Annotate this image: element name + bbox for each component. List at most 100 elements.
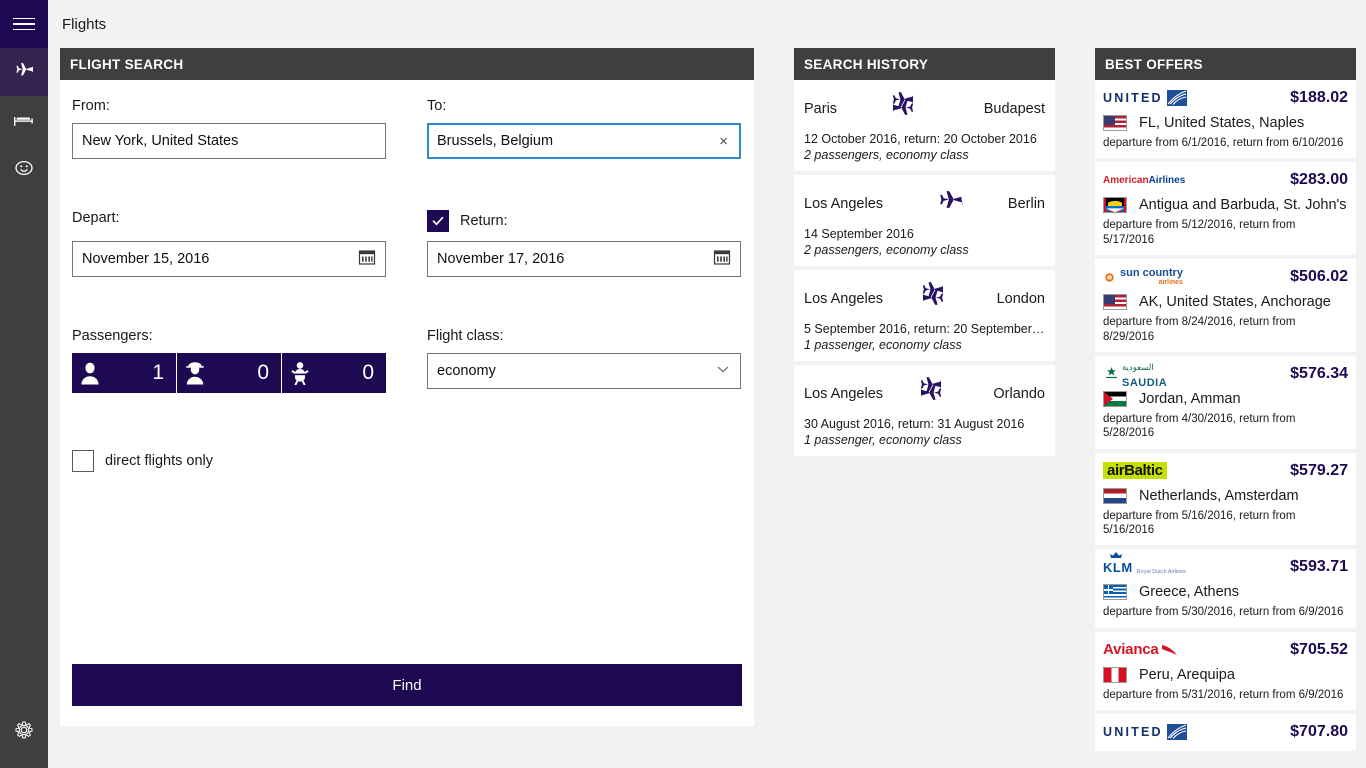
passenger-adult[interactable]: 1	[72, 353, 177, 393]
flag-antigua-barbuda	[1103, 197, 1127, 213]
airline-logo-united: UNITED	[1103, 88, 1187, 108]
plane-round-trip-icon	[905, 377, 971, 411]
plane-round-trip-icon	[907, 282, 973, 316]
flag-netherlands	[1103, 488, 1127, 504]
flight-class-select[interactable]: economy	[427, 353, 741, 389]
return-field-group: Return: November 17, 2016	[427, 210, 741, 277]
sidebar-item-feedback[interactable]	[0, 144, 48, 192]
passengers-stepper[interactable]: 1 0	[72, 353, 386, 393]
offer-header: السعوديةSAUDIA$576.34	[1103, 363, 1348, 385]
sidebar-item-settings[interactable]	[0, 706, 48, 754]
airline-logo-avianca: Avianca	[1103, 640, 1179, 660]
offer-dates: departure from 6/1/2016, return from 6/1…	[1103, 136, 1348, 150]
history-item[interactable]: Los AngelesBerlin14 September 20162 pass…	[794, 175, 1055, 266]
offer-price: $593.71	[1290, 558, 1348, 576]
offer-item[interactable]: AmericanAirlines $283.00 Antigua and Barb…	[1095, 162, 1356, 255]
flight-class-value: economy	[437, 363, 715, 379]
adult-count: 1	[100, 361, 170, 385]
gear-icon	[12, 718, 36, 742]
direct-flights-checkbox-row[interactable]: direct flights only	[72, 450, 742, 472]
to-value: Brussels, Belgium	[437, 133, 716, 149]
clear-icon[interactable]: ×	[716, 134, 731, 149]
history-item[interactable]: Los AngelesOrlando30 August 2016, return…	[794, 365, 1055, 456]
return-checkbox[interactable]	[427, 210, 449, 232]
hamburger-menu-icon	[13, 14, 35, 35]
passenger-senior[interactable]: 0	[177, 353, 282, 393]
offer-item[interactable]: UNITED $707.80	[1095, 714, 1356, 751]
from-field-group: From: New York, United States	[72, 98, 386, 159]
plane-round-trip-icon	[877, 92, 943, 126]
direct-flights-checkbox[interactable]	[72, 450, 94, 472]
airline-logo-united: UNITED	[1103, 722, 1187, 742]
search-history-header: SEARCH HISTORY	[794, 48, 1055, 80]
offer-item[interactable]: KLMRoyal Dutch Airlines$593.71Greece, At…	[1095, 549, 1356, 627]
flag-jordan	[1103, 391, 1127, 407]
offer-destination: Greece, Athens	[1139, 584, 1239, 600]
united-globe-icon	[1167, 724, 1187, 740]
offer-dates: departure from 5/12/2016, return from 5/…	[1103, 218, 1348, 247]
airline-logo-american: AmericanAirlines	[1103, 170, 1188, 190]
find-button[interactable]: Find	[72, 664, 742, 706]
offer-destination-row: Jordan, Amman	[1103, 391, 1348, 407]
airline-logo-suncountry: ssun countryairlines	[1103, 267, 1183, 287]
passengers-label: Passengers:	[72, 328, 386, 344]
offer-destination-row: FL, United States, Naples	[1103, 115, 1348, 131]
history-to: Budapest	[984, 101, 1045, 117]
depart-date-input[interactable]: November 15, 2016	[72, 241, 386, 277]
offer-item[interactable]: ssun countryairlines$506.02AK, United St…	[1095, 259, 1356, 352]
passenger-infant[interactable]: 0	[282, 353, 386, 393]
offer-destination: Antigua and Barbuda, St. John's	[1139, 197, 1347, 213]
return-checkbox-row[interactable]: Return:	[427, 210, 741, 232]
history-to: London	[997, 291, 1045, 307]
best-offers-header: BEST OFFERS	[1095, 48, 1356, 80]
passengers-class-row: Passengers: 1	[72, 328, 742, 393]
history-passengers: 1 passenger, economy class	[804, 338, 1045, 352]
senior-count: 0	[205, 361, 275, 385]
offer-header: UNITED$188.02	[1103, 87, 1348, 109]
offer-dates: departure from 5/30/2016, return from 6/…	[1103, 605, 1348, 619]
search-history-list: ParisBudapest12 October 2016, return: 20…	[794, 80, 1055, 456]
offer-destination-row: Greece, Athens	[1103, 584, 1348, 600]
sidebar-item-hotels[interactable]	[0, 96, 48, 144]
nav-rail	[0, 0, 48, 768]
flag-us	[1103, 115, 1127, 131]
history-item[interactable]: ParisBudapest12 October 2016, return: 20…	[794, 80, 1055, 171]
airline-logo-saudia: السعوديةSAUDIA	[1103, 364, 1167, 384]
offer-item[interactable]: السعوديةSAUDIA$576.34Jordan, Ammandepart…	[1095, 356, 1356, 449]
calendar-icon[interactable]	[713, 248, 731, 270]
best-offers-list: UNITED$188.02 FL, United States, Naples de…	[1095, 80, 1356, 751]
return-date-input[interactable]: November 17, 2016	[427, 241, 741, 277]
hamburger-menu-button[interactable]	[0, 0, 48, 48]
offer-item[interactable]: Avianca$705.52Peru, Arequipadeparture fr…	[1095, 632, 1356, 710]
history-passengers: 1 passenger, economy class	[804, 433, 1045, 447]
offer-header: airBaltic$579.27	[1103, 460, 1348, 482]
history-route: Los AngelesLondon	[804, 280, 1045, 318]
dates-row: Depart: November 15, 2016	[72, 210, 742, 277]
to-input[interactable]: Brussels, Belgium ×	[427, 123, 741, 159]
history-to: Orlando	[993, 386, 1045, 402]
offer-dates: departure from 5/16/2016, return from 5/…	[1103, 509, 1348, 538]
sidebar-item-flights[interactable]	[0, 48, 48, 96]
smiley-icon	[12, 156, 36, 180]
history-passengers: 2 passengers, economy class	[804, 148, 1045, 162]
offer-item[interactable]: airBaltic$579.27 Netherlands, Amsterdam de…	[1095, 453, 1356, 546]
offer-price: $579.27	[1290, 462, 1348, 480]
infant-icon	[290, 361, 310, 385]
from-input[interactable]: New York, United States	[72, 123, 386, 159]
offer-price: $283.00	[1290, 171, 1348, 189]
depart-label-row: Depart:	[72, 210, 386, 232]
return-label: Return:	[460, 213, 508, 229]
history-to: Berlin	[1008, 196, 1045, 212]
calendar-icon[interactable]	[358, 248, 376, 270]
offer-destination: Netherlands, Amsterdam	[1139, 488, 1299, 504]
history-from: Paris	[804, 101, 837, 117]
united-globe-icon	[1167, 90, 1187, 106]
history-item[interactable]: Los AngelesLondon 5 September 2016, retur…	[794, 270, 1055, 361]
offer-item[interactable]: UNITED$188.02 FL, United States, Naples de…	[1095, 80, 1356, 158]
offer-price: $707.80	[1290, 723, 1348, 741]
senior-icon	[185, 361, 205, 385]
passengers-group: Passengers: 1	[72, 328, 386, 393]
flight-search-body: From: New York, United States To: Brusse…	[60, 80, 754, 726]
chevron-down-icon[interactable]	[715, 361, 731, 381]
history-dates: 5 September 2016, return: 20 September 2…	[804, 322, 1045, 336]
